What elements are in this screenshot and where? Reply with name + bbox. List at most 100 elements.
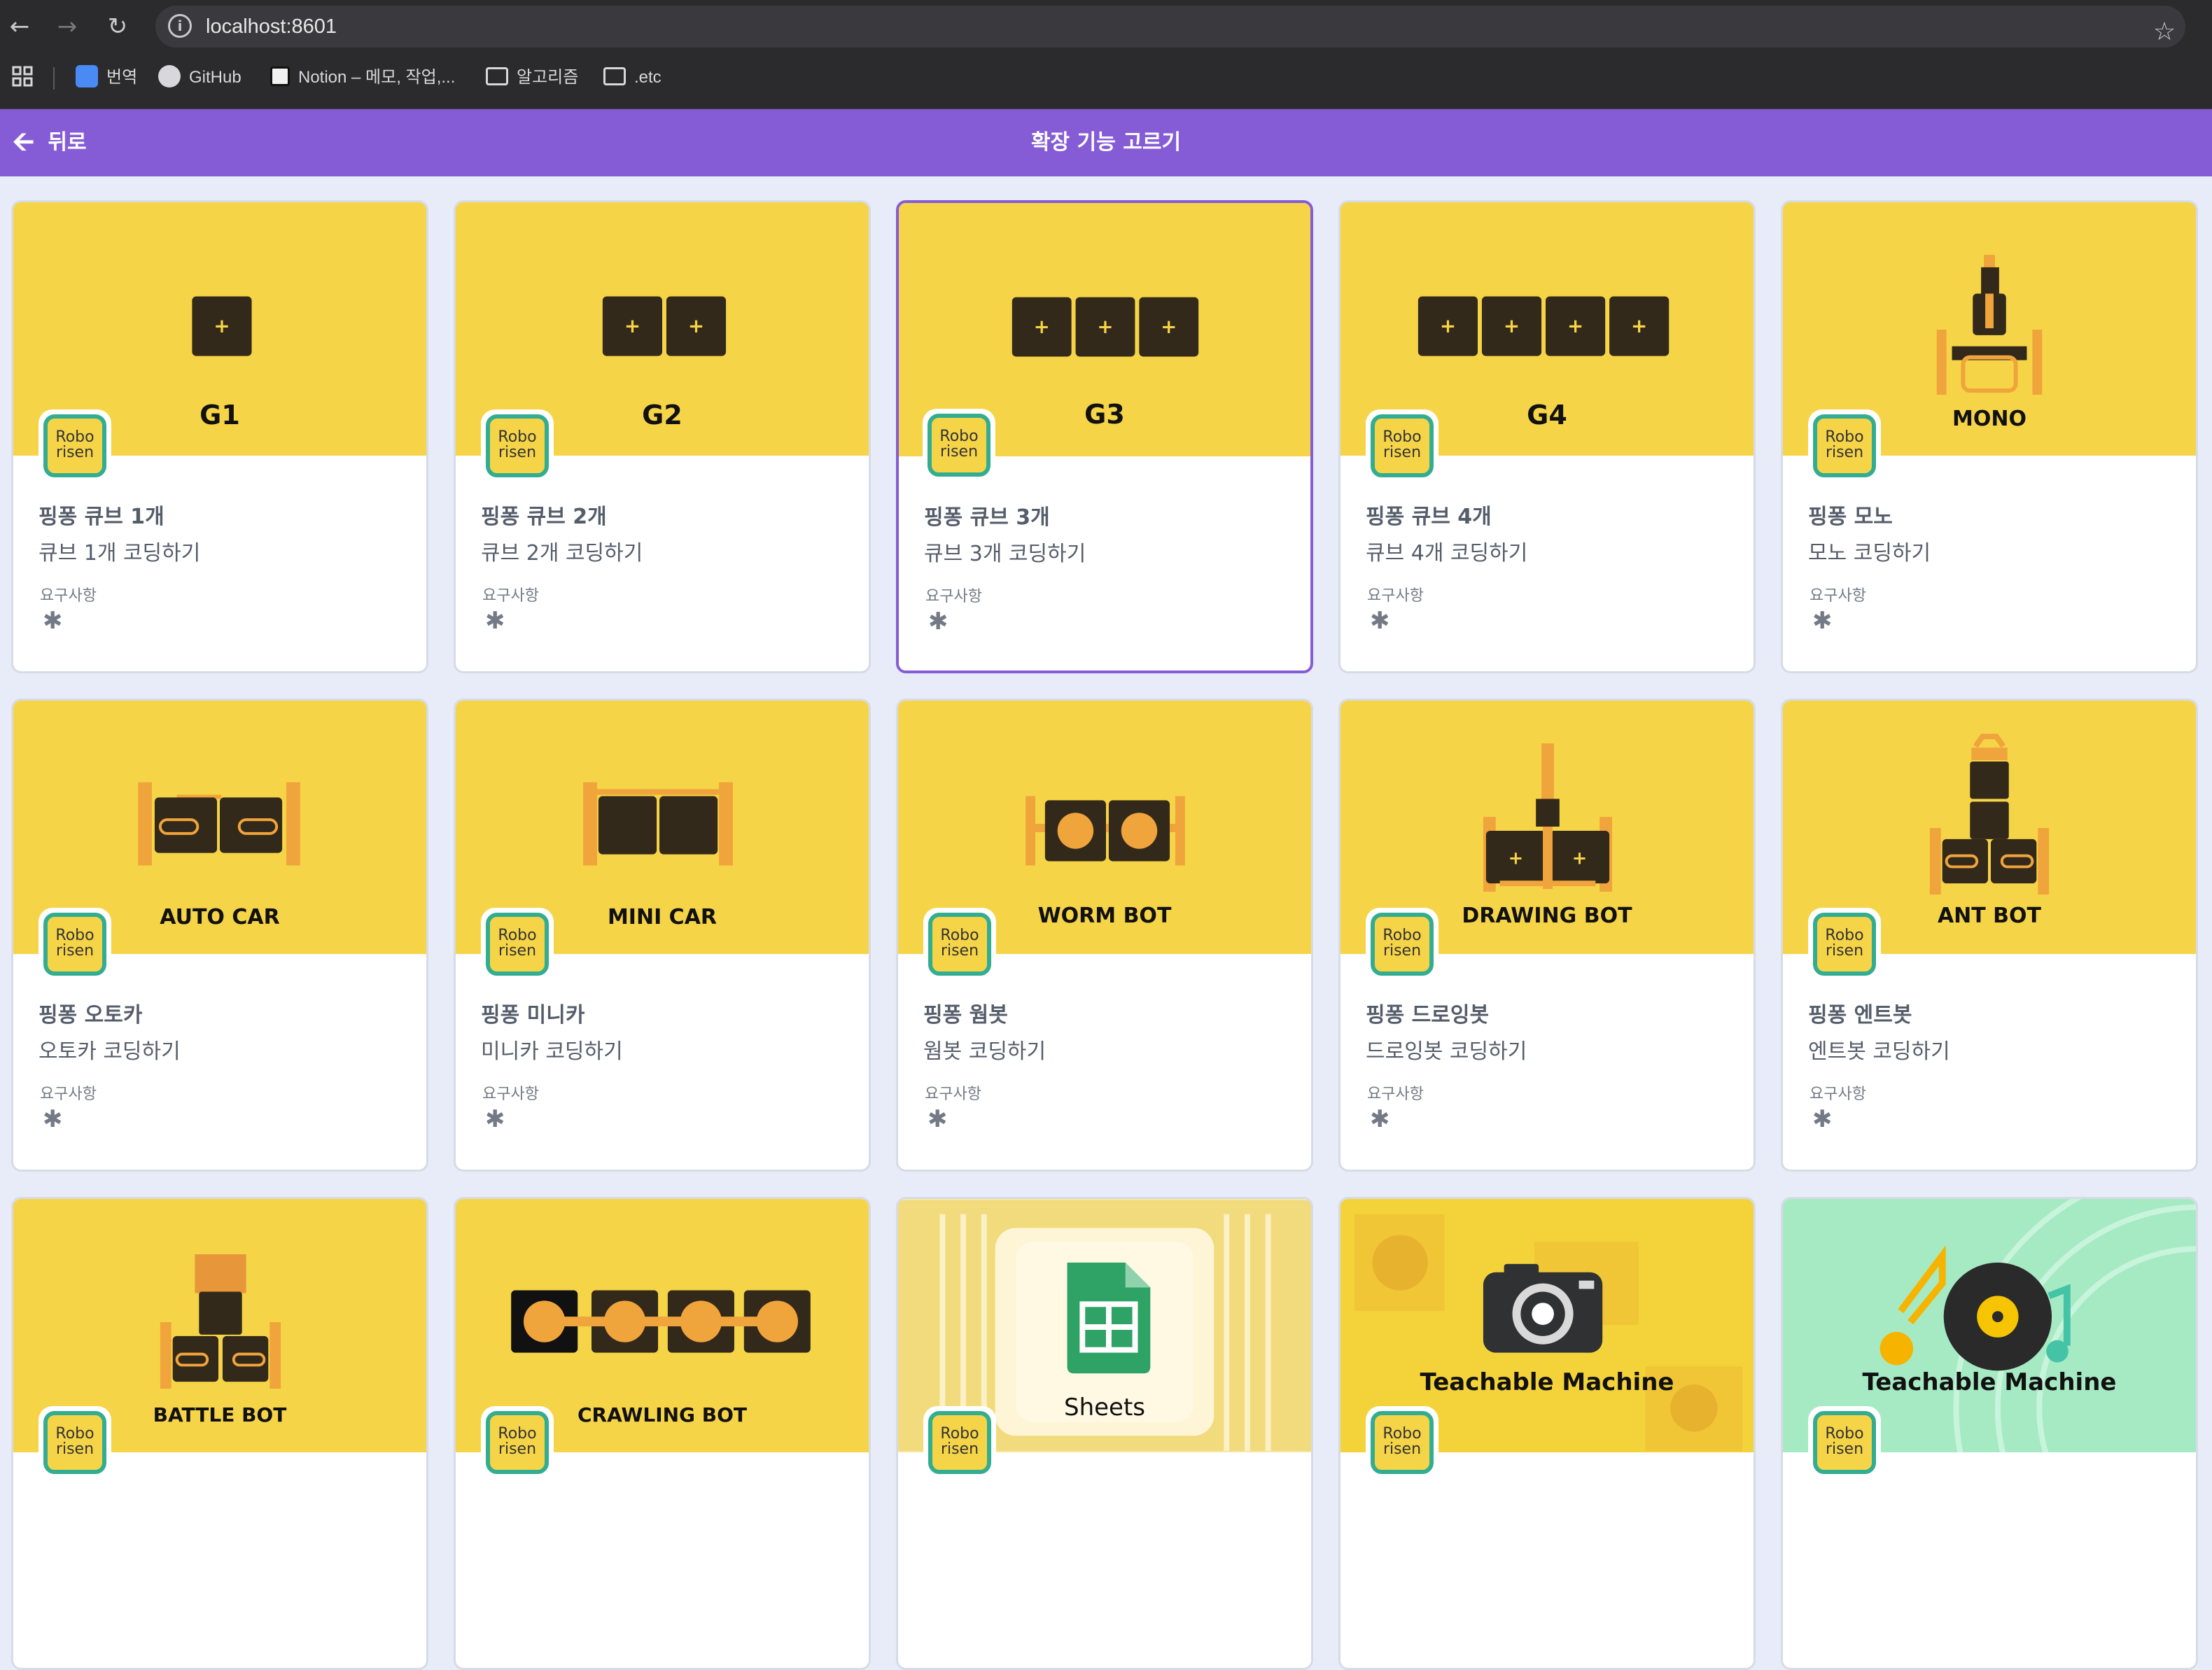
bluetooth-icon: ✱ — [43, 1105, 63, 1133]
bluetooth-icon: ✱ — [43, 607, 63, 635]
roborisen-badge-text: Robo risen — [928, 913, 991, 976]
roborisen-badge: Robo risen — [923, 908, 996, 981]
svg-text:+: + — [688, 314, 704, 337]
requirements-label: 요구사항 — [1809, 587, 1866, 605]
svg-text:+: + — [1034, 315, 1050, 338]
roborisen-badge-text: Robo risen — [1813, 414, 1876, 477]
roborisen-badge: Robo risen — [38, 409, 111, 482]
roborisen-badge-text: Robo risen — [1813, 1411, 1876, 1474]
browser-toolbar: ← → ↻ i localhost:8601 ☆ — [0, 0, 2212, 53]
back-arrow-icon[interactable]: ← — [0, 7, 39, 46]
roborisen-badge: Robo risen — [923, 1406, 996, 1479]
roborisen-badge: Robo risen — [1808, 908, 1881, 981]
bookmarks-divider — [53, 67, 55, 90]
card-title: 핑퐁 오토카 — [38, 1003, 143, 1027]
requirements-label: 요구사항 — [40, 1086, 97, 1103]
roborisen-badge: Robo risen — [1808, 1406, 1881, 1479]
bookmark-translate[interactable]: 번역 — [76, 53, 137, 102]
extension-card-sheets[interactable]: Sheets Robo risen — [896, 1197, 1313, 1670]
roborisen-badge-text: Robo risen — [1371, 913, 1434, 976]
roborisen-badge: Robo risen — [481, 409, 554, 482]
address-url[interactable]: localhost:8601 — [206, 6, 337, 48]
card-description: 엔트봇 코딩하기 — [1808, 1039, 1950, 1064]
bluetooth-icon: ✱ — [927, 1105, 948, 1133]
card-title: 핑퐁 큐브 1개 — [38, 505, 164, 529]
extension-card-mono[interactable]: MONO Robo risen 핑퐁 모노 모노 코딩하기 요구사항 ✱ — [1781, 200, 2198, 673]
bluetooth-icon: ✱ — [485, 1105, 505, 1133]
extension-card-auto-car[interactable]: AUTO CAR Robo risen 핑퐁 오토카 오토카 코딩하기 요구사항… — [11, 699, 428, 1172]
roborisen-badge-text: Robo risen — [1371, 1411, 1434, 1474]
svg-text:+: + — [624, 314, 640, 337]
svg-text:+: + — [214, 314, 230, 337]
bookmark-folder-algorithm[interactable]: 알고리즘 — [486, 53, 578, 102]
extension-library-header: 🡨 뒤로 확장 기능 고르기 — [0, 109, 2212, 176]
apps-grid-icon[interactable] — [11, 53, 36, 102]
page-title: 확장 기능 고르기 — [1030, 130, 1182, 155]
svg-text:+: + — [1504, 314, 1520, 337]
bluetooth-icon: ✱ — [928, 608, 948, 636]
bookmarks-bar: 번역 GitHub Notion – 메모, 작업,... 알고리즘 .etc — [0, 53, 2212, 109]
svg-text:+: + — [1508, 848, 1524, 869]
bluetooth-icon: ✱ — [1370, 607, 1390, 635]
svg-text:+: + — [1567, 314, 1583, 337]
roborisen-badge-text: Robo risen — [486, 1411, 549, 1474]
extension-card-g3[interactable]: + + + G3 Robo risen 핑퐁 큐브 3개 큐브 3개 코딩하기 … — [896, 200, 1313, 673]
extension-card-g1[interactable]: + G1 Robo risen 핑퐁 큐브 1개 큐브 1개 코딩하기 요구사항… — [11, 200, 428, 673]
extension-card-ant-bot[interactable]: ANT BOT Robo risen 핑퐁 엔트봇 엔트봇 코딩하기 요구사항 … — [1781, 699, 2198, 1172]
extension-card-g2[interactable]: + + G2 Robo risen 핑퐁 큐브 2개 큐브 2개 코딩하기 요구… — [454, 200, 871, 673]
bluetooth-icon: ✱ — [1812, 607, 1833, 635]
bluetooth-icon: ✱ — [1812, 1105, 1833, 1133]
card-hero-label: Teachable Machine — [1420, 1368, 1674, 1396]
roborisen-badge: Robo risen — [481, 1406, 554, 1479]
roborisen-badge-text: Robo risen — [1371, 414, 1434, 477]
notion-icon — [270, 66, 290, 87]
extension-card-teachable-machine-audio[interactable]: Teachable Machine Robo risen — [1781, 1197, 2198, 1670]
card-description: 큐브 3개 코딩하기 — [924, 542, 1086, 566]
svg-text:+: + — [1161, 315, 1177, 338]
card-description: 웜봇 코딩하기 — [923, 1039, 1046, 1064]
roborisen-badge-text: Robo risen — [43, 913, 106, 976]
requirements-label: 요구사항 — [482, 587, 539, 605]
requirements-label: 요구사항 — [1367, 1086, 1424, 1103]
bookmark-github[interactable]: GitHub — [158, 53, 241, 102]
svg-text:+: + — [1631, 314, 1647, 337]
extension-card-battle-bot[interactable]: BATTLE BOT Robo risen — [11, 1197, 428, 1670]
card-title: 핑퐁 엔트봇 — [1808, 1003, 1912, 1027]
extension-card-drawing-bot[interactable]: + + DRAWING BOT Robo risen 핑퐁 드로잉봇 드로잉봇 … — [1338, 699, 1756, 1172]
site-info-icon[interactable]: i — [168, 14, 192, 38]
address-bar[interactable]: i localhost:8601 ☆ — [155, 6, 2185, 48]
extension-card-worm-bot[interactable]: WORM BOT Robo risen 핑퐁 웜봇 웜봇 코딩하기 요구사항 ✱ — [896, 699, 1313, 1172]
card-title: 핑퐁 큐브 2개 — [481, 505, 607, 529]
roborisen-badge-text: Robo risen — [927, 414, 990, 477]
card-title: 핑퐁 큐브 3개 — [924, 505, 1050, 530]
extension-card-teachable-machine-camera[interactable]: Teachable Machine Robo risen — [1338, 1197, 1756, 1670]
roborisen-badge-text: Robo risen — [928, 1411, 991, 1474]
card-description: 드로잉봇 코딩하기 — [1366, 1039, 1527, 1064]
roborisen-badge: Robo risen — [1366, 409, 1438, 482]
bookmark-notion[interactable]: Notion – 메모, 작업,... — [270, 53, 455, 102]
roborisen-badge-text: Robo risen — [1813, 913, 1876, 976]
bluetooth-icon: ✱ — [1370, 1105, 1390, 1133]
roborisen-badge: Robo risen — [1808, 409, 1881, 482]
card-title: 핑퐁 드로잉봇 — [1366, 1003, 1490, 1027]
forward-arrow-icon[interactable]: → — [48, 7, 87, 46]
card-description: 큐브 1개 코딩하기 — [38, 541, 201, 566]
roborisen-badge: Robo risen — [38, 1406, 111, 1479]
svg-text:+: + — [1440, 314, 1456, 337]
reload-icon[interactable]: ↻ — [98, 7, 137, 46]
roborisen-badge-text: Robo risen — [43, 1411, 106, 1474]
extension-card-crawling-bot[interactable]: CRAWLING BOT Robo risen — [454, 1197, 871, 1670]
card-title: 핑퐁 큐브 4개 — [1366, 505, 1492, 529]
card-description: 큐브 4개 코딩하기 — [1366, 541, 1528, 566]
card-title: 핑퐁 미니카 — [481, 1003, 585, 1027]
extension-card-g4[interactable]: + + + + G4 Robo risen 핑퐁 큐브 4개 큐브 4개 코딩하… — [1338, 200, 1756, 673]
folder-icon — [603, 67, 626, 86]
github-icon — [158, 65, 181, 88]
bookmark-folder-etc[interactable]: .etc — [603, 53, 662, 102]
card-description: 오토카 코딩하기 — [38, 1039, 181, 1064]
roborisen-badge: Robo risen — [38, 908, 111, 981]
extension-card-mini-car[interactable]: MINI CAR Robo risen 핑퐁 미니카 미니카 코딩하기 요구사항… — [454, 699, 871, 1172]
bookmark-star-icon[interactable]: ☆ — [2143, 11, 2185, 53]
svg-text:+: + — [1097, 315, 1113, 338]
requirements-label: 요구사항 — [1367, 587, 1424, 605]
